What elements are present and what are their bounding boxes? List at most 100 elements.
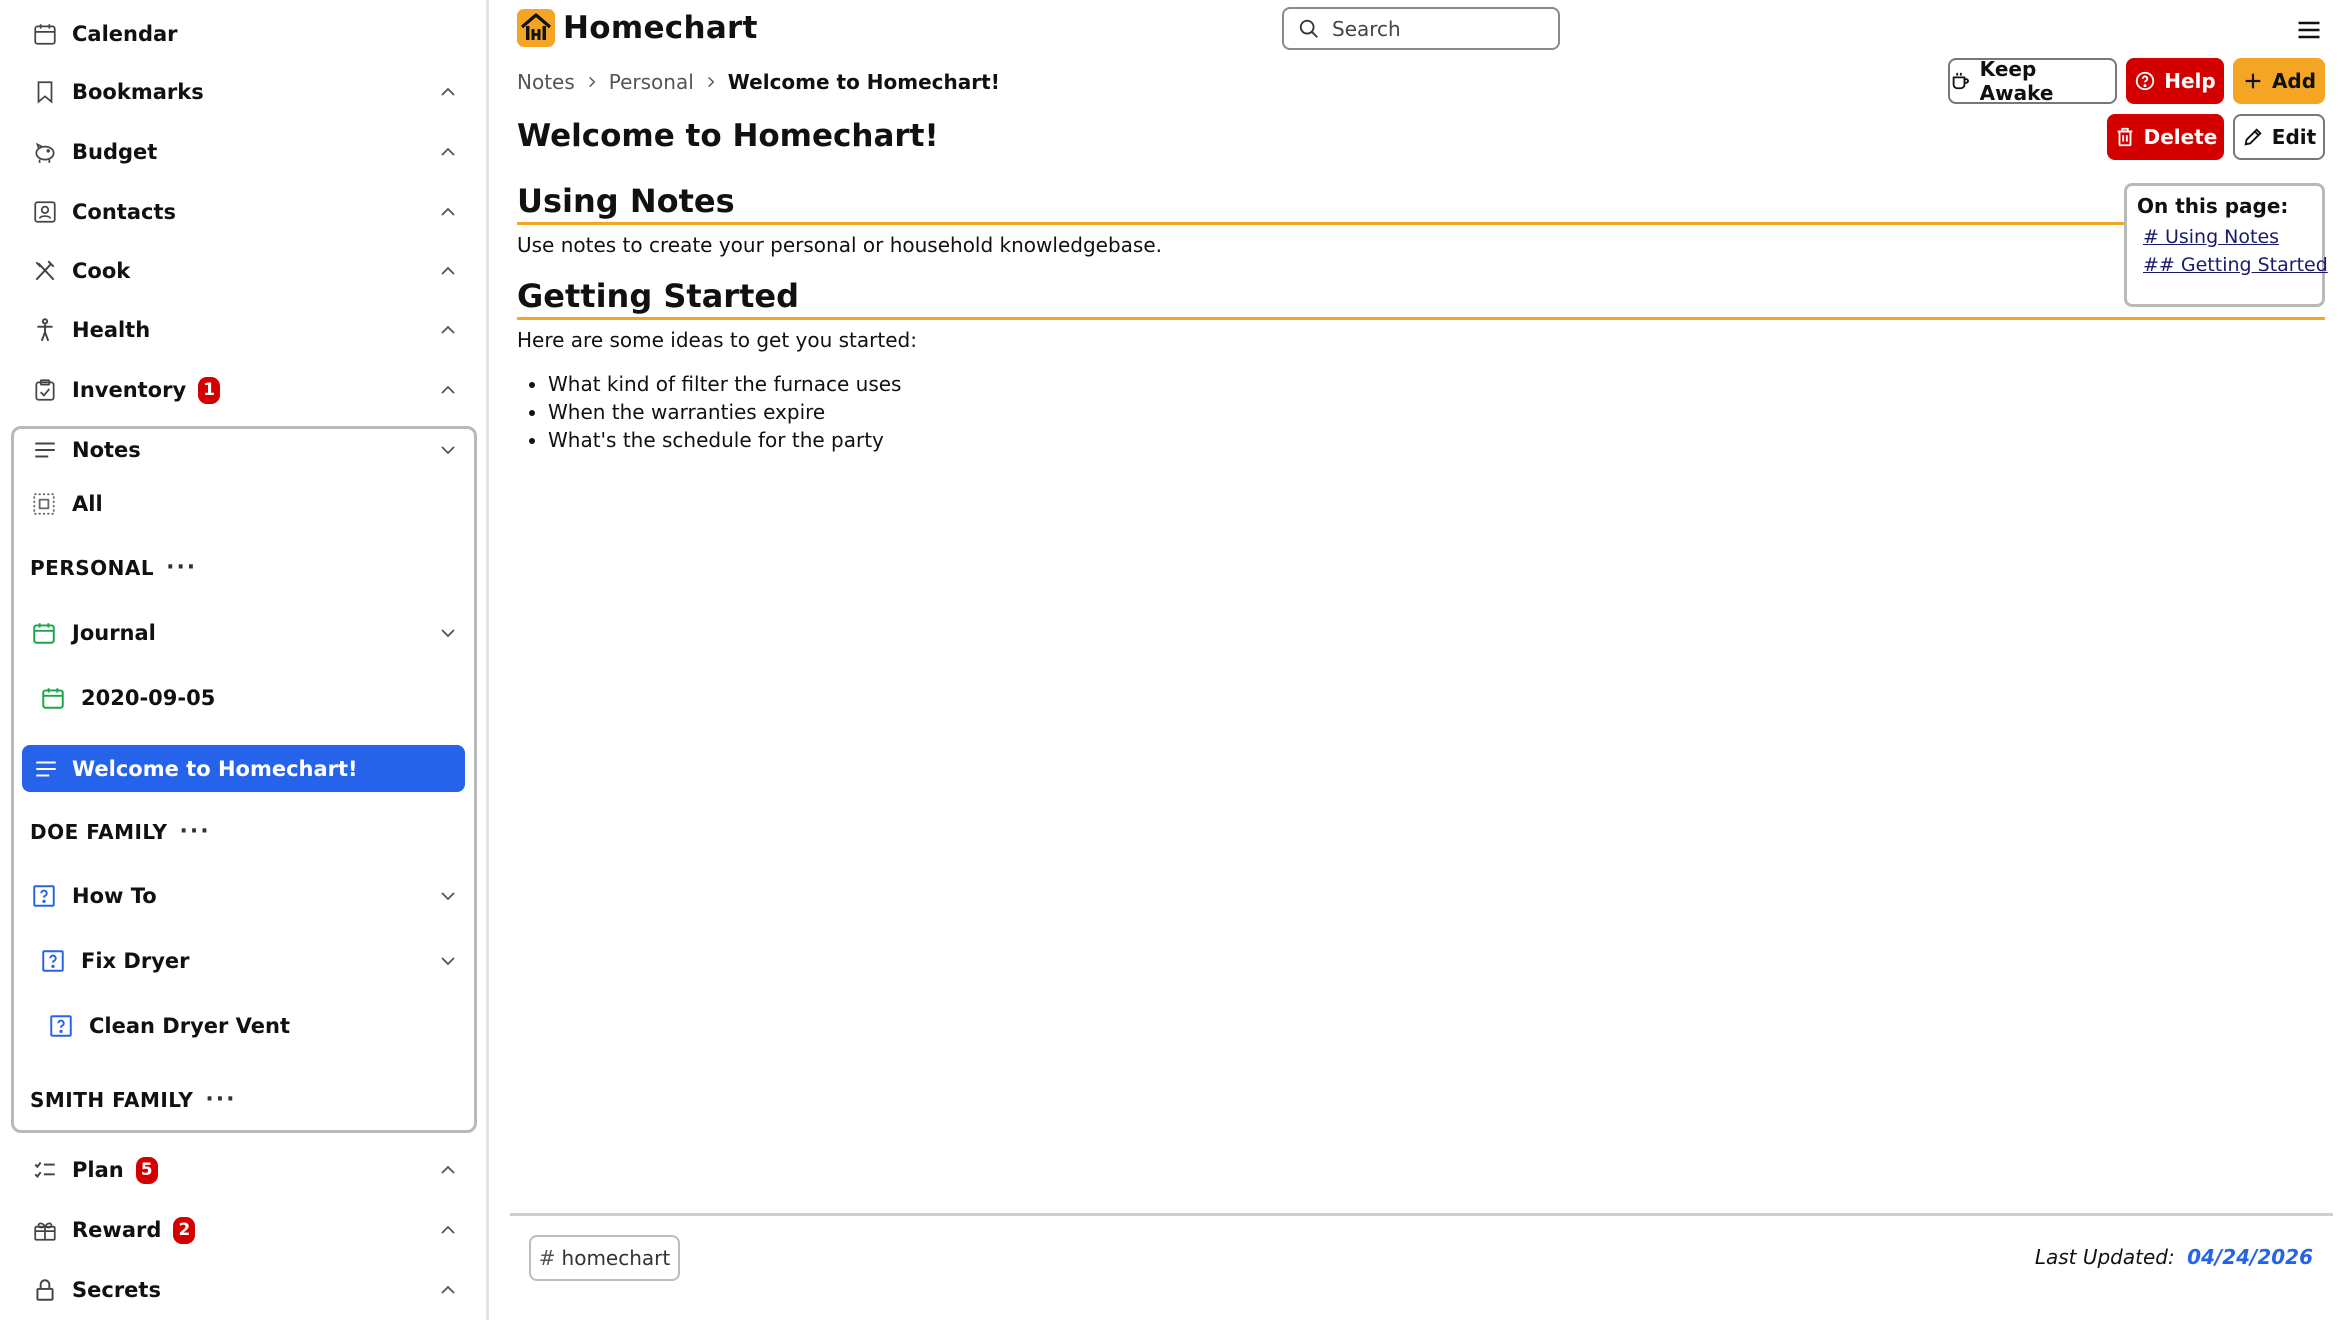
help-button[interactable]: Help <box>2126 58 2224 104</box>
select-all-icon <box>30 490 58 518</box>
doe-heading-label: DOE FAMILY <box>30 819 168 844</box>
last-updated-label: Last Updated: <box>2034 1245 2175 1269</box>
list-item: When the warranties expire <box>548 398 901 426</box>
ideas-list: What kind of filter the furnace uses Whe… <box>548 370 901 454</box>
homechart-logo-icon[interactable] <box>517 9 555 47</box>
sidebar-item-secrets[interactable]: Secrets <box>30 1270 460 1310</box>
inventory-count-badge: 1 <box>198 376 221 404</box>
journal-item[interactable]: Journal <box>30 610 460 656</box>
tag-label: homechart <box>561 1246 671 1270</box>
breadcrumb-notes[interactable]: Notes <box>517 70 575 94</box>
bookmark-icon <box>30 77 60 107</box>
sidebar-item-label: Notes <box>72 438 141 462</box>
journal-entry-item[interactable]: 2020-09-05 <box>39 675 215 721</box>
sidebar-item-budget[interactable]: Budget <box>30 132 460 172</box>
add-button[interactable]: Add <box>2233 58 2325 104</box>
on-this-page-panel: On this page: # Using Notes ## Getting S… <box>2124 183 2328 307</box>
howto-item[interactable]: How To <box>30 873 460 919</box>
search-input[interactable] <box>1332 16 1542 41</box>
chevron-down-icon[interactable] <box>436 438 460 462</box>
toc-link-getting-started[interactable]: ## Getting Started <box>2143 254 2328 276</box>
sidebar-item-calendar[interactable]: Calendar <box>30 14 460 54</box>
smith-more-button[interactable]: ··· <box>205 1087 236 1112</box>
sidebar-item-label: Contacts <box>72 200 176 224</box>
chevron-down-icon[interactable] <box>436 884 460 908</box>
chevron-down-icon[interactable] <box>436 621 460 645</box>
calendar-icon <box>30 19 60 49</box>
notes-all-label: All <box>72 492 103 516</box>
breadcrumb: Notes Personal Welcome to Homechart! <box>517 70 1000 94</box>
sidebar-item-plan[interactable]: Plan 5 <box>30 1150 460 1190</box>
chevron-up-icon[interactable] <box>436 318 460 342</box>
breadcrumb-personal[interactable]: Personal <box>609 70 694 94</box>
active-note-item[interactable]: Welcome to Homechart! <box>22 745 465 792</box>
section-heading-getting-started: Getting Started <box>517 277 2325 320</box>
notes-all-item[interactable]: All <box>30 481 103 527</box>
howto-label: How To <box>72 884 157 908</box>
sidebar-item-notes[interactable]: Notes <box>30 430 460 470</box>
sidebar: Calendar Bookmarks Budget Contacts Cook <box>0 0 489 1320</box>
fix-dryer-item[interactable]: Fix Dryer <box>39 938 460 984</box>
reward-count-badge: 2 <box>173 1216 196 1244</box>
personal-section-heading: PERSONAL ··· <box>30 555 197 580</box>
chevron-down-icon[interactable] <box>436 949 460 973</box>
chevron-up-icon[interactable] <box>436 1158 460 1182</box>
clean-dryer-vent-item[interactable]: Clean Dryer Vent <box>47 1003 290 1049</box>
chevron-up-icon[interactable] <box>436 259 460 283</box>
list-item: What kind of filter the furnace uses <box>548 370 901 398</box>
journal-label: Journal <box>72 621 156 645</box>
sidebar-item-inventory[interactable]: Inventory 1 <box>30 370 460 410</box>
clean-dryer-vent-label: Clean Dryer Vent <box>89 1014 291 1038</box>
toc-link-using-notes[interactable]: # Using Notes <box>2143 226 2322 248</box>
sidebar-item-label: Plan <box>72 1158 124 1182</box>
notes-lines-icon <box>30 435 60 465</box>
question-square-icon <box>39 947 67 975</box>
chevron-up-icon[interactable] <box>436 1278 460 1302</box>
section-heading-using-notes: Using Notes <box>517 182 2325 225</box>
sidebar-item-label: Secrets <box>72 1278 161 1302</box>
calendar-icon <box>30 619 58 647</box>
question-square-icon <box>30 882 58 910</box>
smith-family-section-heading: SMITH FAMILY ··· <box>30 1087 236 1112</box>
personal-more-button[interactable]: ··· <box>166 555 197 580</box>
smith-heading-label: SMITH FAMILY <box>30 1087 194 1112</box>
sidebar-item-reward[interactable]: Reward 2 <box>30 1210 460 1250</box>
utensils-icon <box>30 256 60 286</box>
active-note-label: Welcome to Homechart! <box>72 756 358 781</box>
sidebar-item-cook[interactable]: Cook <box>30 251 460 291</box>
chevron-up-icon[interactable] <box>436 1218 460 1242</box>
doe-more-button[interactable]: ··· <box>180 819 211 844</box>
chevron-up-icon[interactable] <box>436 80 460 104</box>
keep-awake-button[interactable]: Keep Awake <box>1948 57 2117 105</box>
doe-family-section-heading: DOE FAMILY ··· <box>30 819 211 844</box>
search-box[interactable] <box>1282 7 1560 50</box>
sidebar-item-label: Bookmarks <box>72 80 204 104</box>
tag-chip[interactable]: # homechart <box>529 1235 680 1281</box>
chevron-up-icon[interactable] <box>436 378 460 402</box>
keep-awake-label: Keep Awake <box>1979 57 2054 105</box>
coffee-cup-icon <box>1952 72 1969 90</box>
page-title: Welcome to Homechart! <box>517 118 939 154</box>
section-text-getting-started: Here are some ideas to get you started: <box>517 328 917 352</box>
plus-icon <box>2245 73 2261 89</box>
hamburger-menu-icon[interactable] <box>2295 16 2323 44</box>
sidebar-item-bookmarks[interactable]: Bookmarks <box>30 72 460 112</box>
sidebar-item-label: Cook <box>72 259 131 283</box>
chevron-up-icon[interactable] <box>436 140 460 164</box>
sidebar-item-health[interactable]: Health <box>30 310 460 350</box>
person-icon <box>30 315 60 345</box>
journal-entry-label: 2020-09-05 <box>81 686 216 710</box>
edit-button[interactable]: Edit <box>2233 114 2325 160</box>
help-label: Help <box>2164 69 2216 93</box>
search-icon <box>1299 19 1318 38</box>
breadcrumb-current: Welcome to Homechart! <box>727 70 1000 94</box>
delete-button[interactable]: Delete <box>2107 114 2224 160</box>
sidebar-item-label: Reward <box>72 1218 162 1242</box>
contact-card-icon <box>30 197 60 227</box>
sidebar-item-contacts[interactable]: Contacts <box>30 192 460 232</box>
chevron-up-icon[interactable] <box>436 200 460 224</box>
last-updated-date[interactable]: 04/24/2026 <box>2187 1245 2313 1269</box>
fix-dryer-label: Fix Dryer <box>81 949 190 973</box>
calendar-icon <box>39 684 67 712</box>
plan-count-badge: 5 <box>135 1156 158 1184</box>
